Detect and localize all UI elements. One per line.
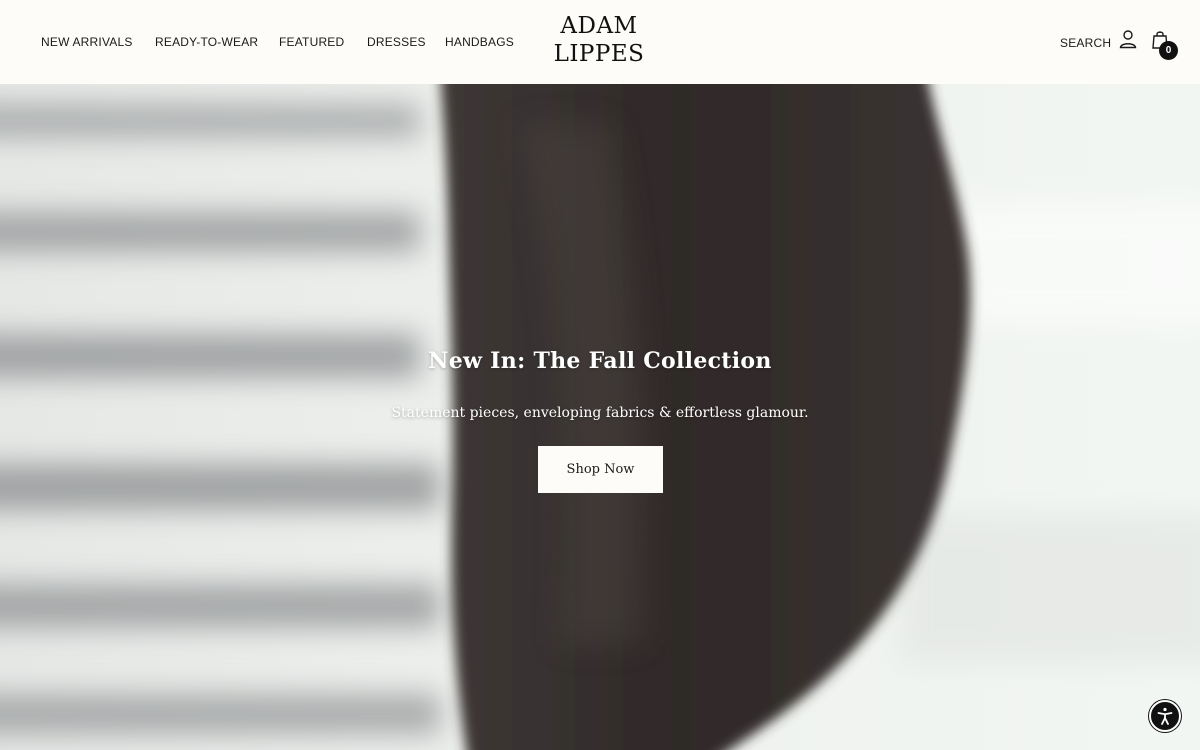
logo-line-1: ADAM [560, 13, 638, 39]
hero-banner: New In: The Fall Collection Statement pi… [0, 84, 1200, 750]
nav-item-handbags[interactable]: HANDBAGS [445, 35, 514, 49]
hero-subtitle: Statement pieces, enveloping fabrics & e… [391, 405, 809, 421]
brand-logo[interactable]: ADAM LIPPES [540, 12, 658, 68]
nav-item-new-arrivals[interactable]: NEW ARRIVALS [41, 35, 133, 49]
nav-item-ready-to-wear[interactable]: READY-TO-WEAR [155, 35, 258, 49]
hero-title: New In: The Fall Collection [428, 348, 772, 374]
shop-now-button[interactable]: Shop Now [538, 446, 663, 493]
search-link[interactable]: SEARCH [1060, 36, 1111, 50]
cart-count-badge: 0 [1159, 41, 1178, 60]
nav-item-featured[interactable]: FEATURED [279, 35, 344, 49]
accessibility-icon[interactable] [1149, 700, 1181, 732]
site-header: NEW ARRIVALS READY-TO-WEAR FEATURED DRES… [0, 0, 1200, 84]
nav-item-dresses[interactable]: DRESSES [367, 35, 426, 49]
hero-content: New In: The Fall Collection Statement pi… [0, 84, 1200, 750]
logo-line-2: LIPPES [553, 41, 645, 67]
user-icon[interactable] [1118, 29, 1138, 49]
